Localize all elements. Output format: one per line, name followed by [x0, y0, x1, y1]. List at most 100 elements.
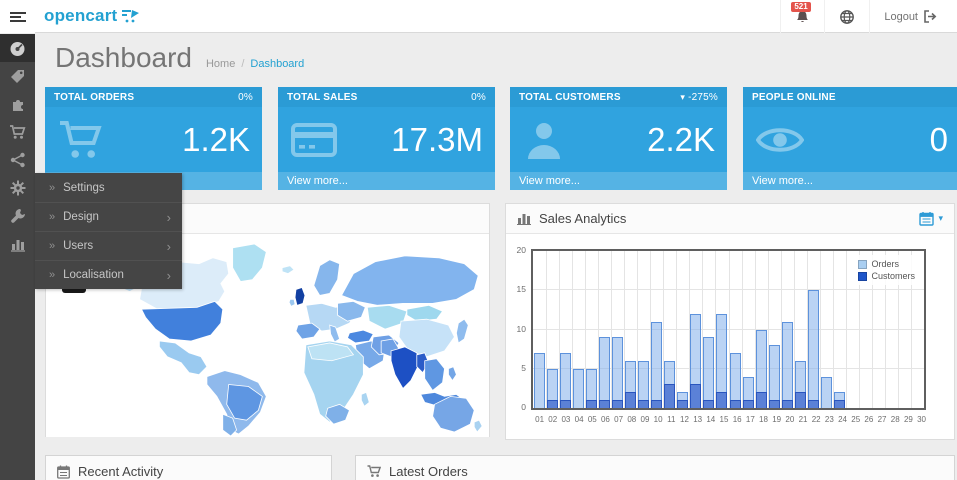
x-tick-label: 13 — [691, 415, 704, 424]
tile-value: 17.3M — [391, 121, 483, 159]
view-more-link[interactable]: View more... — [510, 172, 727, 190]
gridline — [846, 251, 847, 408]
credit-card-icon — [291, 121, 337, 159]
menu-item-settings[interactable]: » Settings — [35, 173, 182, 202]
tile-header: TOTAL CUSTOMERS ▾ -275% — [510, 87, 727, 107]
customers-bar — [677, 400, 688, 408]
customers-bar — [743, 400, 754, 408]
x-tick-label: 01 — [533, 415, 546, 424]
x-tick-label: 05 — [586, 415, 599, 424]
x-tick-label: 23 — [823, 415, 836, 424]
breadcrumb-home-link[interactable]: Home — [206, 58, 235, 70]
notification-badge: 521 — [791, 2, 810, 12]
breadcrumb-separator: / — [241, 58, 244, 70]
date-range-control[interactable]: ▾ — [919, 211, 943, 226]
latest-orders-panel: Latest Orders — [355, 455, 955, 480]
caret-down-icon: ▾ — [680, 92, 685, 102]
panel-title: Sales Analytics — [539, 211, 626, 226]
topbar-controls: 521 Logout — [780, 0, 951, 33]
sidebar-item-extensions[interactable] — [0, 90, 35, 118]
customers-bar — [560, 400, 571, 408]
x-tick-label: 10 — [652, 415, 665, 424]
customers-bar — [612, 400, 623, 408]
legend-label: Customers — [871, 271, 915, 281]
user-icon — [523, 119, 565, 161]
panel-title: Recent Activity — [78, 464, 163, 479]
notifications-button[interactable]: 521 — [780, 0, 824, 33]
gridline — [833, 251, 834, 408]
gear-icon — [10, 180, 26, 196]
tile-body: 0 — [743, 107, 957, 172]
menu-item-label: Users — [63, 240, 93, 252]
x-tick-label: 22 — [810, 415, 823, 424]
tile-value: 1.2K — [182, 121, 250, 159]
gridline — [533, 289, 924, 290]
sidebar-item-tools[interactable] — [0, 202, 35, 230]
orders-bar — [534, 353, 545, 408]
gridline — [676, 251, 677, 408]
view-more-link[interactable]: View more... — [743, 172, 957, 190]
orders-bar — [651, 322, 662, 408]
legend-entry: Customers — [858, 271, 915, 281]
bar-chart-icon — [10, 236, 26, 252]
menu-item-design[interactable]: » Design › — [35, 202, 182, 231]
logout-icon — [923, 10, 937, 23]
tile-label: PEOPLE ONLINE — [752, 92, 836, 103]
opencart-logo[interactable]: opencart — [44, 6, 141, 26]
customers-bar — [638, 400, 649, 408]
x-tick-label: 15 — [717, 415, 730, 424]
x-tick-label: 26 — [862, 415, 875, 424]
menu-item-users[interactable]: » Users › — [35, 231, 182, 260]
chevron-right-icon: › — [167, 239, 171, 254]
cart-icon — [9, 124, 26, 140]
double-chevron-icon: » — [49, 182, 55, 194]
menu-item-label: Design — [63, 211, 99, 223]
view-more-link[interactable]: View more... — [278, 172, 495, 190]
x-tick-label: 06 — [599, 415, 612, 424]
customers-bar — [730, 400, 741, 408]
customers-bar — [808, 400, 819, 408]
x-tick-label: 24 — [836, 415, 849, 424]
tile-total-sales: TOTAL SALES 0% 17.3M View more... — [278, 87, 495, 190]
sidebar-item-dashboard[interactable] — [0, 34, 35, 62]
bar-chart-icon — [517, 212, 531, 225]
gridline — [533, 329, 924, 330]
breadcrumb-current-link[interactable]: Dashboard — [250, 58, 304, 70]
x-tick-label: 16 — [731, 415, 744, 424]
share-icon — [10, 152, 26, 168]
x-tick-label: 09 — [638, 415, 651, 424]
customers-bar — [599, 400, 610, 408]
y-tick-label: 5 — [508, 363, 526, 373]
sidebar-item-sales[interactable] — [0, 118, 35, 146]
caret-down-icon: ▾ — [938, 213, 943, 224]
menu-item-localisation[interactable]: » Localisation › — [35, 260, 182, 289]
language-button[interactable] — [824, 0, 869, 33]
x-tick-label: 18 — [757, 415, 770, 424]
latest-orders-header: Latest Orders — [356, 456, 954, 480]
sidebar-item-reports[interactable] — [0, 230, 35, 258]
sidebar-item-marketing[interactable] — [0, 146, 35, 174]
sidebar-item-catalog[interactable] — [0, 62, 35, 90]
eye-icon — [756, 124, 804, 156]
sidebar-item-system[interactable] — [0, 174, 35, 202]
customers-bar — [834, 400, 845, 408]
x-tick-label: 20 — [783, 415, 796, 424]
chart-x-axis: 0102030405060708091011121314151617181920… — [533, 415, 928, 424]
customers-bar — [625, 392, 636, 408]
sales-analytics-header: Sales Analytics ▾ — [506, 204, 954, 234]
page-title: Dashboard — [55, 42, 192, 74]
chevron-right-icon: › — [167, 210, 171, 225]
orders-bar — [573, 369, 584, 408]
tile-label: TOTAL CUSTOMERS — [519, 92, 621, 103]
chevron-right-icon: › — [167, 268, 171, 283]
customers-bar — [586, 400, 597, 408]
x-tick-label: 28 — [889, 415, 902, 424]
logo-text: opencart — [44, 6, 117, 26]
double-chevron-icon: » — [49, 269, 55, 281]
logout-button[interactable]: Logout — [869, 0, 951, 33]
tile-value: 0 — [930, 121, 948, 159]
menu-item-label: Localisation — [63, 269, 124, 281]
legend-label: Orders — [871, 259, 899, 269]
sidebar-toggle-button[interactable] — [0, 0, 35, 33]
y-tick-label: 0 — [508, 402, 526, 412]
